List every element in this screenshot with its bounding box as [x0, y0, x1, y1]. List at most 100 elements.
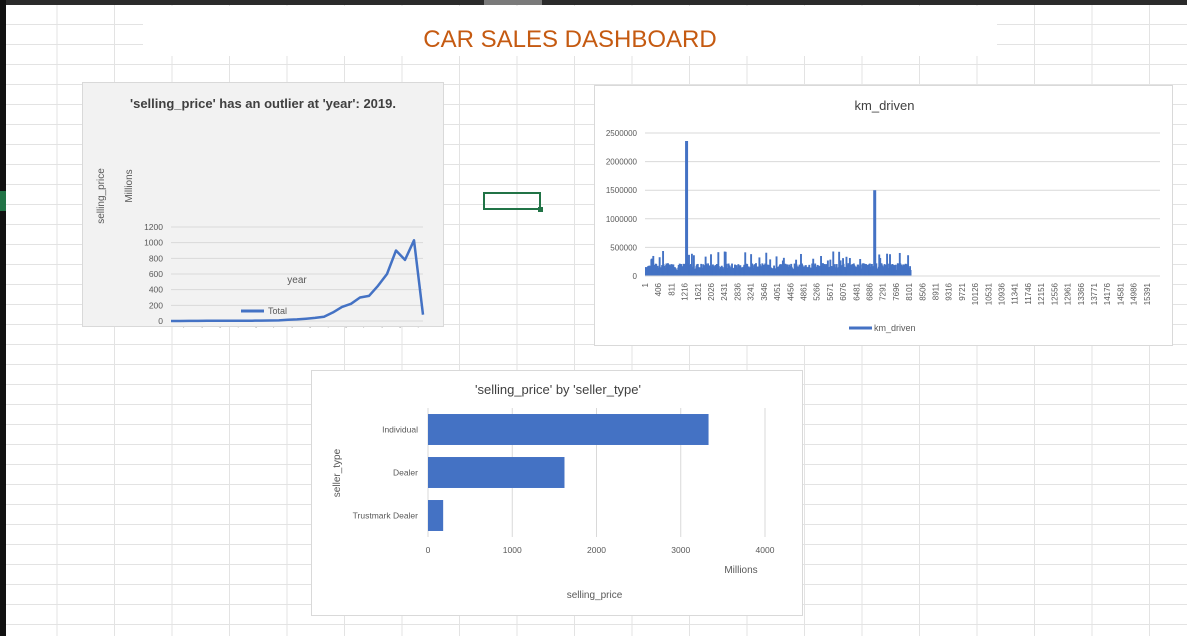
x-tick-label: 2002 [244, 325, 263, 328]
x-tick-label: 8911 [932, 282, 941, 300]
row-header-bar[interactable] [0, 0, 6, 636]
x-tick-label: 14581 [1116, 282, 1125, 305]
y-tick-label: 1000000 [606, 215, 638, 224]
x-tick-label: 12961 [1064, 282, 1073, 305]
x-tick-label: 4456 [786, 282, 795, 300]
x-tick-label: 13366 [1077, 282, 1086, 305]
km-spike [685, 141, 689, 276]
x-tick-label: 9721 [958, 282, 967, 300]
y-tick-label: 400 [149, 285, 163, 295]
x-tick-label: 2004 [262, 325, 281, 328]
x-tick-label: 4000 [756, 545, 775, 555]
km-driven-chart[interactable]: km_driven 0 500000 1000000 1500000 2000000 25… [594, 85, 1173, 346]
y-tick-label: 500000 [610, 243, 637, 252]
y-tick-label: 800 [149, 253, 163, 263]
x-axis-label: year [287, 275, 307, 286]
x-tick-label: 1996 [190, 325, 209, 328]
category-label: Dealer [393, 468, 418, 478]
x-tick-label: 1621 [694, 282, 703, 300]
line-chart-canvas: 0200400600800100012001994199619982000200… [96, 168, 425, 328]
x-tick-label: 2006 [280, 325, 299, 328]
y-tick-label: 1000 [144, 238, 163, 248]
selling-price-year-chart[interactable]: 'selling_price' has an outlier at 'year'… [82, 82, 444, 328]
selected-row-header[interactable] [0, 191, 6, 211]
x-tick-label: 10936 [998, 282, 1007, 305]
x-tick-label: 1 [641, 282, 650, 287]
x-tick-label: 0 [426, 545, 431, 555]
x-tick-label: 3000 [671, 545, 690, 555]
bar-individual [428, 414, 709, 445]
x-tick-label: 6481 [852, 282, 861, 300]
y-tick-label: 2500000 [606, 129, 638, 138]
x-tick-label: 811 [667, 282, 676, 295]
x-tick-label: 2000 [226, 325, 245, 328]
x-unit-label: Millions [724, 565, 757, 576]
legend-label: km_driven [874, 323, 916, 333]
dashboard-title: CAR SALES DASHBOARD [423, 26, 717, 53]
x-tick-label: 2014 [352, 325, 371, 328]
x-tick-label: 5671 [826, 282, 835, 300]
x-tick-label: 4861 [799, 282, 808, 300]
category-label: Trustmark Dealer [353, 511, 419, 521]
y-axis-label: seller_type [332, 448, 343, 497]
x-tick-label: 12151 [1037, 282, 1046, 305]
x-tick-label: 2008 [298, 325, 317, 328]
x-tick-label: 10531 [984, 282, 993, 305]
x-tick-label: 13771 [1090, 282, 1099, 305]
x-tick-label: 2016 [370, 325, 389, 328]
category-label: Individual [382, 425, 418, 435]
x-tick-label: 4051 [773, 282, 782, 300]
legend-label: Total [268, 306, 287, 316]
y-tick-label: 1500000 [606, 186, 638, 195]
column-header-bar[interactable] [0, 0, 1187, 5]
x-tick-label: 2020 [406, 325, 425, 328]
x-tick-label: 8506 [918, 282, 927, 300]
x-tick-label: 2836 [733, 282, 742, 300]
x-tick-label: 3241 [747, 282, 756, 300]
bar-dealer [428, 457, 565, 488]
selected-column-header[interactable] [484, 0, 542, 5]
x-tick-label: 12556 [1050, 282, 1059, 305]
x-tick-label: 1998 [208, 325, 227, 328]
y-unit-label: Millions [124, 169, 135, 202]
x-tick-label: 2026 [707, 282, 716, 300]
x-tick-label: 1000 [503, 545, 522, 555]
x-tick-label: 10126 [971, 282, 980, 305]
y-tick-label: 0 [158, 316, 163, 326]
x-tick-label: 7291 [879, 282, 888, 300]
x-tick-label: 2431 [720, 282, 729, 300]
bar-trustmark-dealer [428, 500, 444, 531]
x-tick-label: 1994 [172, 325, 191, 328]
x-tick-label: 14176 [1103, 282, 1112, 305]
x-axis-label: selling_price [567, 590, 623, 601]
x-tick-label: 406 [654, 282, 663, 296]
x-tick-label: 3646 [760, 282, 769, 300]
km-driven-canvas: 0 500000 1000000 1500000 2000000 2500000 1 406 8… [606, 129, 1160, 333]
x-tick-label: 2018 [388, 325, 407, 328]
seller-type-canvas: 0 1000 2000 3000 4000 Individual Dealer Trustma… [332, 408, 775, 601]
y-tick-label: 1200 [144, 222, 163, 232]
x-tick-label: 9316 [945, 282, 954, 300]
x-tick-label: 7696 [892, 282, 901, 300]
x-tick-label: 6076 [839, 282, 848, 300]
x-tick-label: 8101 [905, 282, 914, 300]
x-tick-label: 14986 [1130, 282, 1139, 305]
seller-type-chart[interactable]: 'selling_price' by 'seller_type' 0 1000 20… [311, 370, 803, 616]
active-cell[interactable] [483, 192, 543, 212]
x-tick-label: 15391 [1143, 282, 1152, 305]
y-tick-label: 200 [149, 300, 163, 310]
x-tick-label: 5266 [813, 282, 822, 300]
y-tick-label: 0 [633, 272, 638, 281]
x-tick-label: 2010 [316, 325, 335, 328]
km-bar [909, 269, 912, 276]
x-tick-label: 6886 [865, 282, 874, 300]
x-tick-label: 1216 [681, 282, 690, 300]
y-tick-label: 600 [149, 269, 163, 279]
fill-handle[interactable] [538, 207, 543, 212]
y-tick-label: 2000000 [606, 158, 638, 167]
x-tick-label: 2000 [587, 545, 606, 555]
x-tick-label: 11341 [1011, 282, 1020, 304]
km-spike [873, 190, 877, 276]
x-tick-label: 2012 [334, 325, 353, 328]
x-tick-label: 11746 [1024, 282, 1033, 304]
